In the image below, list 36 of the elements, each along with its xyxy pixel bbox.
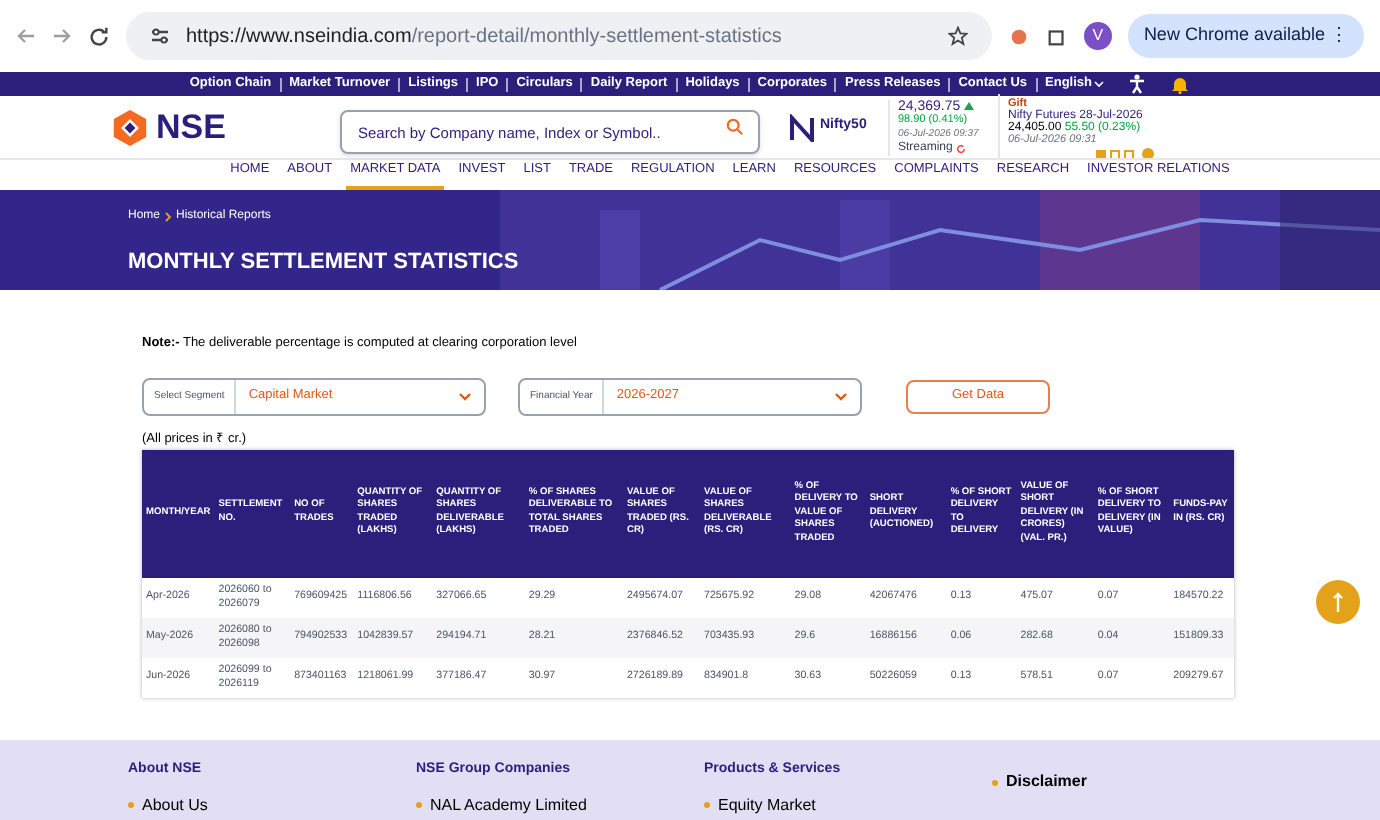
refresh-icon xyxy=(956,143,967,153)
nifty-logo-icon xyxy=(788,113,816,141)
scroll-top-button[interactable] xyxy=(1316,580,1360,624)
address-bar[interactable]: https://www.nseindia.com/report-detail/monthly-settlement-statistics xyxy=(126,12,992,60)
slide-indicator[interactable] xyxy=(1110,149,1120,159)
up-arrow-icon xyxy=(964,102,975,110)
page-title: MONTHLY SETTLEMENT STATISTICS xyxy=(128,248,521,278)
site-settings-icon[interactable] xyxy=(150,26,170,46)
update-chrome-button[interactable]: New Chrome available ⋮ xyxy=(1127,14,1364,58)
forward-icon[interactable] xyxy=(52,26,72,46)
bookmark-star-icon[interactable] xyxy=(947,26,968,46)
footer-link[interactable]: Equity Market xyxy=(718,793,816,817)
chevron-down-icon xyxy=(458,391,472,402)
url-text: https://www.nseindia.com/report-detail/monthly-settlement-statistics xyxy=(186,23,784,51)
footer-link[interactable]: NAL Academy Limited xyxy=(430,793,587,817)
bullet-icon xyxy=(416,802,422,808)
slide-indicator[interactable] xyxy=(1096,149,1106,159)
back-icon[interactable] xyxy=(16,26,36,46)
search-icon[interactable] xyxy=(726,118,744,136)
logo-icon xyxy=(112,109,148,145)
reload-icon[interactable] xyxy=(88,25,110,47)
bullet-icon xyxy=(128,802,134,808)
extension-icon[interactable] xyxy=(1007,25,1030,47)
footer-link[interactable]: About Us xyxy=(142,793,208,817)
logo-text: NSE xyxy=(156,105,226,150)
chevron-icon xyxy=(164,212,173,222)
slide-indicator[interactable] xyxy=(1124,149,1134,159)
bullet-icon xyxy=(704,802,710,808)
caret-icon xyxy=(1094,80,1104,88)
footer-link[interactable]: Disclaimer xyxy=(1006,770,1087,794)
bell-icon[interactable] xyxy=(1170,74,1190,94)
bullet-icon xyxy=(992,779,998,785)
chevron-down-icon xyxy=(834,391,848,402)
arrow-up-icon xyxy=(1332,592,1344,612)
profile-avatar[interactable]: V xyxy=(1083,22,1112,50)
accessibility-icon[interactable] xyxy=(1128,74,1146,94)
